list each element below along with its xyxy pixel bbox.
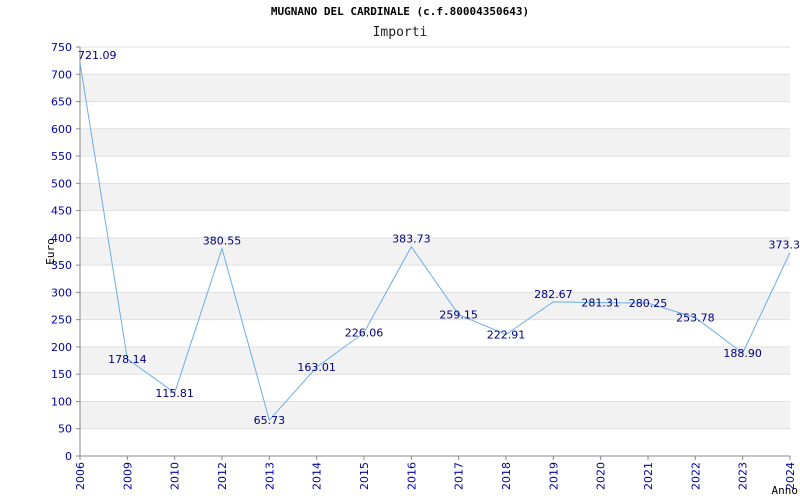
data-label: 373.3 bbox=[769, 238, 800, 251]
y-tick-label: 450 bbox=[51, 205, 72, 218]
x-tick-label: 2021 bbox=[642, 462, 655, 490]
y-axis-label: Euro bbox=[44, 238, 57, 265]
x-tick-label: 2013 bbox=[263, 462, 276, 490]
x-tick-label: 2012 bbox=[216, 462, 229, 490]
background-band bbox=[80, 346, 790, 375]
data-label: 226.06 bbox=[345, 327, 384, 340]
x-tick-label: 2016 bbox=[405, 462, 418, 490]
background-band bbox=[80, 128, 790, 157]
y-tick-label: 150 bbox=[51, 368, 72, 381]
x-tick-label: 2010 bbox=[169, 462, 182, 490]
data-label: 259.15 bbox=[439, 309, 478, 322]
data-label: 281.31 bbox=[581, 297, 620, 310]
x-tick-label: 2015 bbox=[358, 462, 371, 490]
background-band bbox=[80, 183, 790, 211]
data-label: 280.25 bbox=[629, 297, 668, 310]
y-tick-label: 700 bbox=[51, 68, 72, 81]
x-tick-label: 2018 bbox=[500, 462, 513, 490]
y-tick-label: 500 bbox=[51, 177, 72, 190]
data-label: 178.14 bbox=[108, 353, 147, 366]
background-band bbox=[80, 237, 790, 266]
y-tick-label: 650 bbox=[51, 96, 72, 109]
y-tick-label: 750 bbox=[51, 41, 72, 54]
x-tick-label: 2023 bbox=[737, 462, 750, 490]
data-label: 115.81 bbox=[155, 387, 194, 400]
data-label: 188.90 bbox=[723, 347, 762, 360]
y-tick-label: 0 bbox=[65, 450, 72, 463]
x-tick-label: 2022 bbox=[689, 462, 702, 490]
background-band bbox=[80, 401, 790, 429]
x-axis-label: Anno bbox=[772, 484, 799, 497]
data-label: 380.55 bbox=[203, 234, 242, 247]
y-tick-label: 300 bbox=[51, 286, 72, 299]
data-label: 163.01 bbox=[297, 361, 336, 374]
data-label: 222.91 bbox=[487, 328, 526, 341]
x-tick-label: 2009 bbox=[121, 462, 134, 490]
x-tick-label: 2019 bbox=[547, 462, 560, 490]
x-tick-label: 2017 bbox=[453, 462, 466, 490]
y-tick-label: 50 bbox=[58, 423, 72, 436]
data-label: 721.09 bbox=[78, 49, 117, 62]
x-tick-label: 2014 bbox=[311, 462, 324, 490]
y-tick-label: 200 bbox=[51, 341, 72, 354]
y-tick-label: 600 bbox=[51, 123, 72, 136]
x-tick-label: 2006 bbox=[74, 462, 87, 490]
data-label: 253.78 bbox=[676, 312, 715, 325]
data-label: 282.67 bbox=[534, 288, 573, 301]
y-tick-label: 100 bbox=[51, 395, 72, 408]
background-band bbox=[80, 74, 790, 102]
x-tick-label: 2020 bbox=[595, 462, 608, 490]
y-tick-label: 550 bbox=[51, 150, 72, 163]
y-tick-label: 250 bbox=[51, 314, 72, 327]
background-bands bbox=[80, 74, 790, 429]
line-chart: 0501001502002503003504004505005506006507… bbox=[44, 41, 800, 497]
data-label: 383.73 bbox=[392, 233, 431, 246]
x-tick-labels: 2006 2009 2010 2012 2013 2014 2015 2016 2017 2018… bbox=[74, 456, 797, 490]
data-label: 65.73 bbox=[254, 414, 286, 427]
